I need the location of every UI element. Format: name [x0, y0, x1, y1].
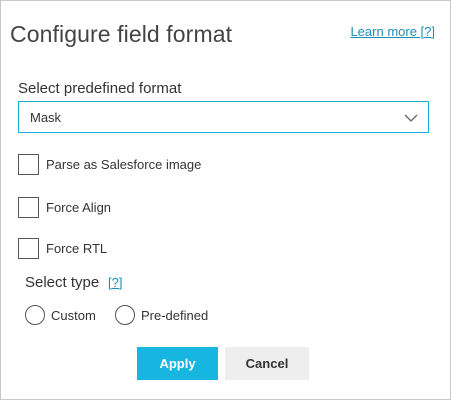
configure-field-format-dialog: Configure field format Learn more [?] Se… [0, 0, 451, 400]
select-type-label: Select type [25, 274, 100, 291]
custom-radio-circle[interactable] [25, 305, 45, 325]
parse-salesforce-image-label: Parse as Salesforce image [46, 157, 202, 172]
type-radio-pre-defined[interactable]: Pre-defined [115, 305, 225, 327]
force-rtl-label: Force RTL [46, 241, 108, 256]
force-rtl-checkbox-box[interactable] [18, 238, 39, 259]
force-align-checkbox-box[interactable] [18, 197, 39, 218]
apply-button[interactable]: Apply [137, 347, 218, 380]
pre-defined-radio-circle[interactable] [115, 305, 135, 325]
custom-radio-label: Custom [51, 308, 96, 323]
force-align-label: Force Align [46, 200, 112, 215]
force-align-checkbox[interactable]: Force Align [18, 197, 158, 219]
parse-salesforce-image-checkbox-box[interactable] [18, 154, 39, 175]
pre-defined-radio-label: Pre-defined [141, 308, 209, 323]
parse-salesforce-image-checkbox[interactable]: Parse as Salesforce image [18, 154, 238, 176]
chevron-down-icon [404, 114, 418, 122]
predefined-format-label: Select predefined format [18, 80, 182, 97]
dialog-title: Configure field format [10, 21, 233, 47]
select-type-help-link[interactable]: [?] [108, 275, 122, 290]
cancel-button[interactable]: Cancel [225, 347, 309, 380]
predefined-format-select[interactable]: Mask [18, 101, 429, 133]
learn-more-link[interactable]: Learn more [?] [350, 24, 435, 39]
force-rtl-checkbox[interactable]: Force RTL [18, 238, 158, 260]
predefined-format-value: Mask [30, 110, 62, 125]
type-radio-custom[interactable]: Custom [25, 305, 115, 327]
